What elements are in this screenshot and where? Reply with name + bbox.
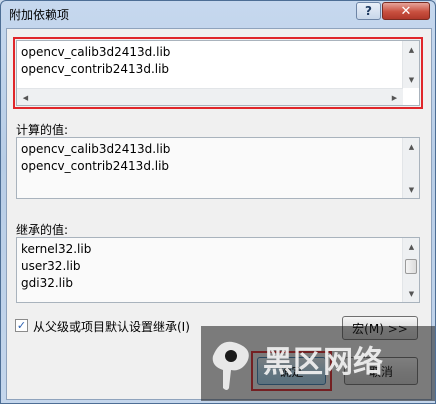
scroll-thumb[interactable] — [405, 259, 417, 274]
inherit-checkbox[interactable]: ✓ — [15, 319, 28, 332]
window-title: 附加依赖项 — [9, 8, 70, 22]
inherited-line: kernel32.lib — [21, 242, 92, 256]
input-line: opencv_calib3d2413d.lib — [21, 45, 171, 59]
inherit-checkbox-label[interactable]: 从父级或项目默认设置继承(I) — [33, 318, 190, 335]
inherited-line: gdi32.lib — [21, 276, 73, 290]
input-horizontal-scrollbar[interactable]: ◀ ▶ — [17, 88, 403, 105]
scroll-right-arrow-icon[interactable]: ▶ — [386, 89, 403, 106]
scroll-up-arrow-icon[interactable]: ▲ — [403, 238, 420, 255]
dialog-window: 附加依赖项 ? ✕ opencv_calib3d2413d.lib opencv… — [0, 0, 436, 404]
watermark-logo-icon: 黑区网络 — [201, 326, 435, 401]
scroll-up-arrow-icon[interactable]: ▲ — [403, 138, 420, 155]
computed-vertical-scrollbar[interactable]: ▲ ▼ — [402, 138, 419, 198]
title-bar[interactable]: 附加依赖项 ? ✕ — [1, 1, 435, 27]
computed-line: opencv_contrib2413d.lib — [21, 159, 170, 173]
computed-values-box: opencv_calib3d2413d.lib opencv_contrib24… — [16, 137, 420, 199]
help-button[interactable]: ? — [356, 2, 381, 20]
computed-line: opencv_calib3d2413d.lib — [21, 142, 171, 156]
input-line: opencv_contrib2413d.lib — [21, 62, 170, 76]
watermark: 黑区网络 — [201, 326, 435, 401]
computed-values-label: 计算的值: — [16, 123, 69, 137]
inherited-line: user32.lib — [21, 259, 81, 273]
close-button[interactable]: ✕ — [382, 2, 430, 20]
scroll-down-arrow-icon[interactable]: ▼ — [403, 285, 420, 302]
dependencies-input[interactable]: opencv_calib3d2413d.lib opencv_contrib24… — [16, 40, 420, 106]
watermark-text: 黑区网络 — [263, 345, 383, 380]
scroll-down-arrow-icon[interactable]: ▼ — [403, 181, 420, 198]
inherited-values-box: kernel32.lib user32.lib gdi32.lib ▲ ▼ — [16, 237, 420, 303]
inherited-vertical-scrollbar[interactable]: ▲ ▼ — [402, 238, 419, 302]
inherited-values-label: 继承的值: — [16, 223, 69, 237]
scroll-up-arrow-icon[interactable]: ▲ — [403, 41, 420, 58]
scroll-down-arrow-icon[interactable]: ▼ — [403, 71, 420, 88]
scroll-left-arrow-icon[interactable]: ◀ — [17, 89, 34, 106]
input-vertical-scrollbar[interactable]: ▲ ▼ — [402, 41, 419, 88]
